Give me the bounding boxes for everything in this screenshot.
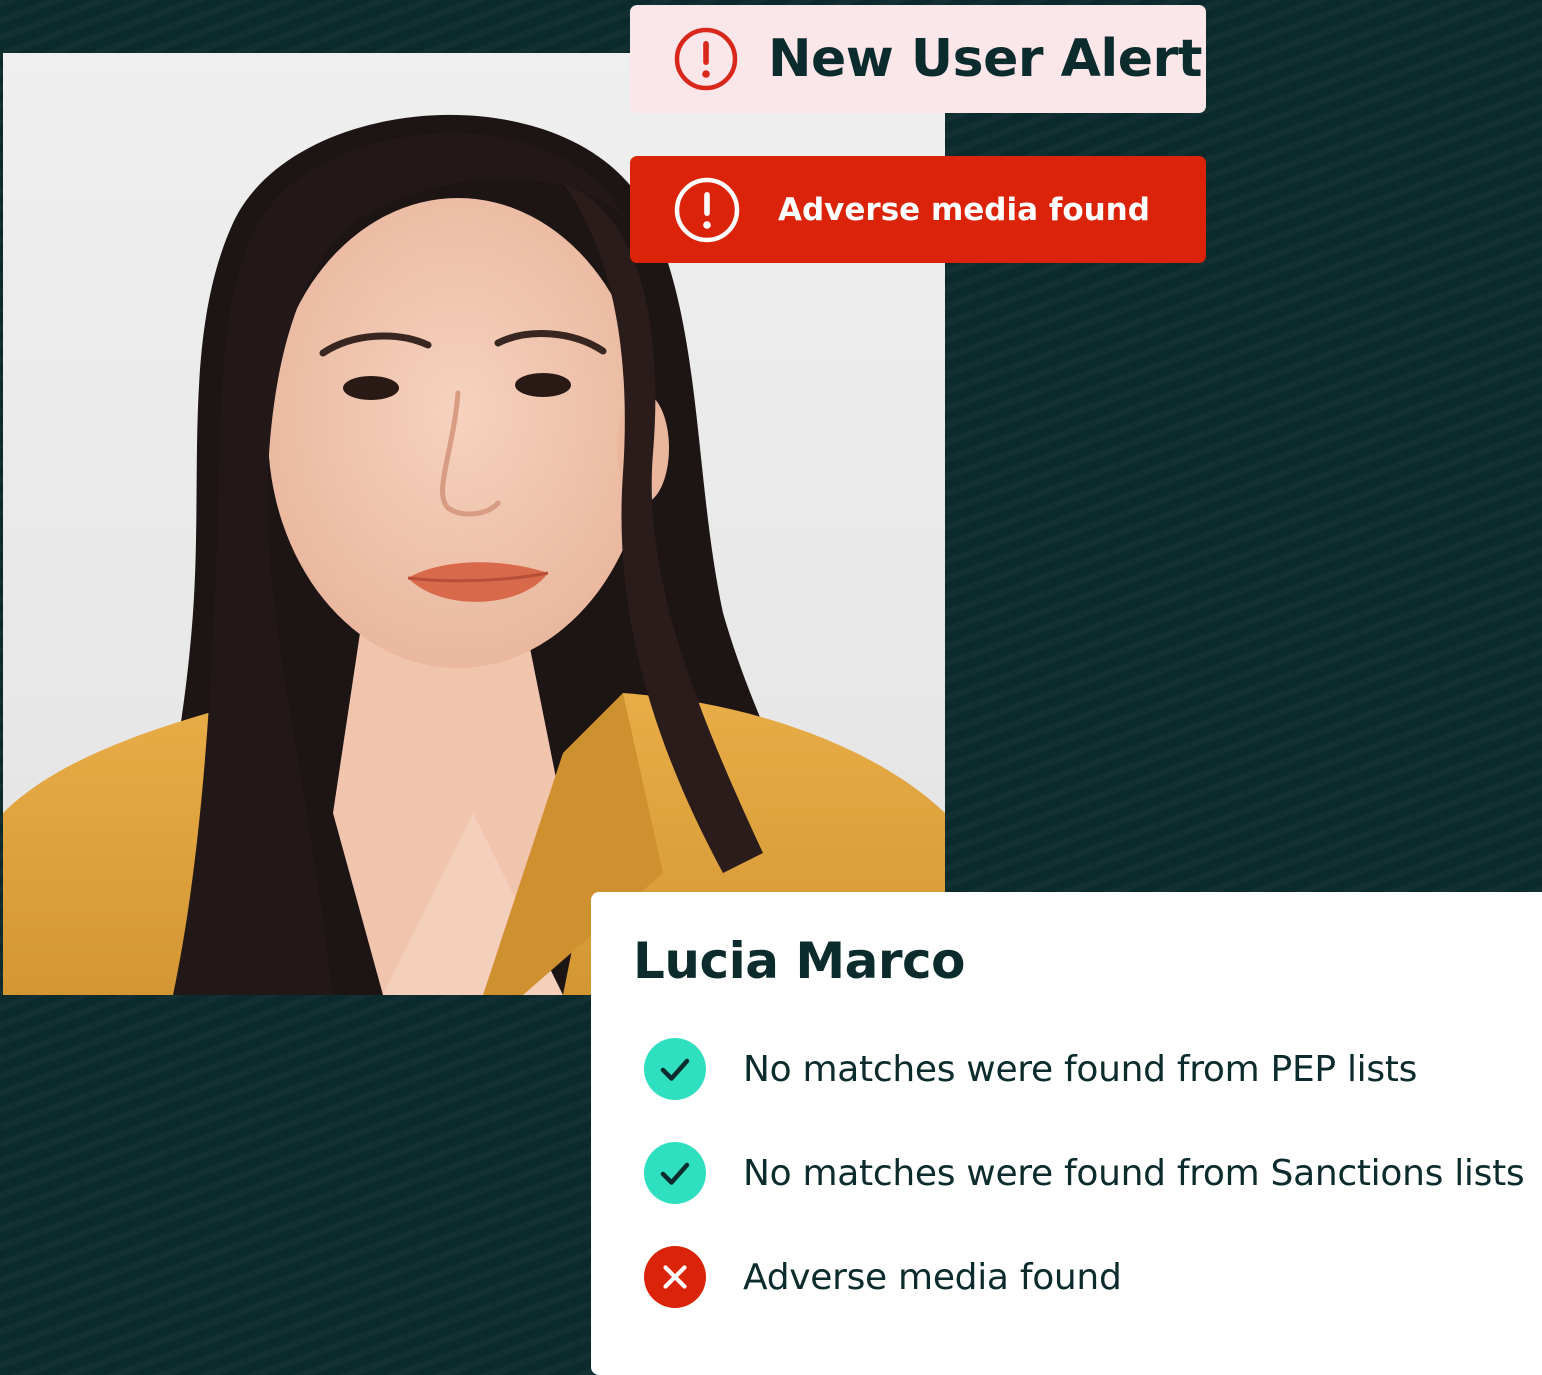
x-circle-icon bbox=[644, 1246, 706, 1308]
user-name: Lucia Marco bbox=[633, 932, 966, 990]
exclamation-circle-icon bbox=[674, 27, 738, 91]
list-item: No matches were found from PEP lists bbox=[644, 1038, 1524, 1100]
list-item: Adverse media found bbox=[644, 1246, 1524, 1308]
check-text: No matches were found from PEP lists bbox=[743, 1048, 1418, 1090]
check-text: Adverse media found bbox=[743, 1256, 1122, 1298]
exclamation-circle-icon bbox=[674, 177, 740, 243]
adverse-media-banner: Adverse media found bbox=[630, 156, 1206, 263]
check-circle-icon bbox=[644, 1038, 706, 1100]
adverse-media-label: Adverse media found bbox=[778, 191, 1150, 228]
check-text: No matches were found from Sanctions lis… bbox=[743, 1152, 1525, 1194]
list-item: No matches were found from Sanctions lis… bbox=[644, 1142, 1525, 1204]
screening-result-card: Lucia Marco No matches were found from P… bbox=[591, 892, 1542, 1375]
alert-title: New User Alert bbox=[768, 29, 1202, 89]
check-circle-icon bbox=[644, 1142, 706, 1204]
new-user-alert: New User Alert bbox=[630, 5, 1206, 113]
screening-check-list: No matches were found from PEP lists No … bbox=[644, 1038, 1525, 1350]
